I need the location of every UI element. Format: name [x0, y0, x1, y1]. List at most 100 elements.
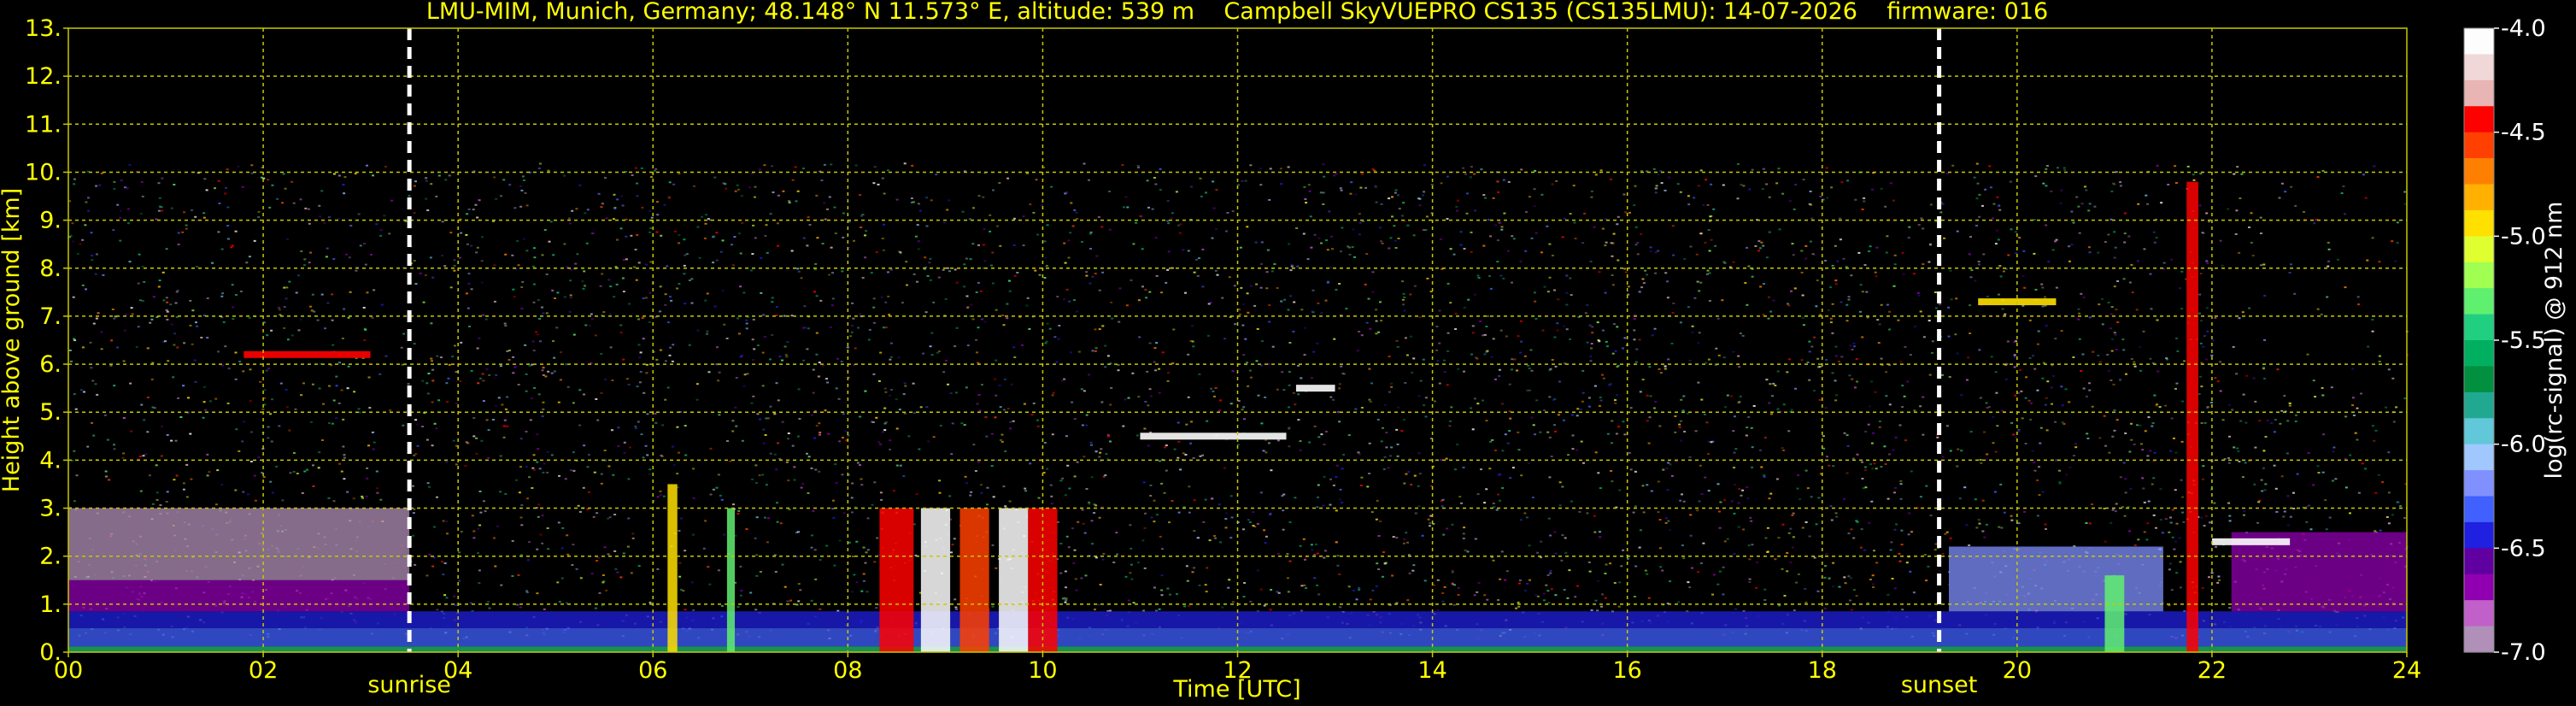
heatmap-cell	[1184, 454, 1188, 456]
heatmap-cell	[979, 290, 983, 292]
heatmap-cell	[1214, 387, 1218, 389]
heatmap-cell	[672, 464, 676, 467]
heatmap-cell	[375, 223, 378, 226]
heatmap-cell	[775, 382, 778, 385]
heatmap-cell	[2371, 237, 2374, 239]
heatmap-cell	[1658, 547, 1662, 550]
heatmap-cell	[634, 427, 637, 430]
heatmap-cell	[1403, 419, 1405, 421]
heatmap-cell	[148, 474, 151, 477]
heatmap-cell	[1023, 403, 1026, 405]
heatmap-cell	[2180, 270, 2184, 273]
heatmap-cell	[1558, 504, 1562, 507]
heatmap-cell	[361, 495, 364, 497]
heatmap-cell	[607, 517, 610, 520]
heatmap-cell	[138, 456, 142, 457]
heatmap-cell	[448, 174, 451, 177]
heatmap-cell	[1649, 395, 1652, 397]
heatmap-cell	[2209, 521, 2212, 524]
heatmap-cell	[971, 243, 975, 245]
heatmap-cell	[656, 496, 660, 498]
heatmap-cell	[222, 321, 226, 323]
heatmap-cell	[668, 181, 672, 184]
heatmap-cell	[1046, 322, 1049, 325]
heatmap-cell	[2151, 425, 2154, 427]
heatmap-cell	[1823, 576, 1827, 579]
heatmap-cell	[1206, 334, 1210, 337]
heatmap-cell	[446, 401, 449, 403]
heatmap-cell	[1349, 192, 1353, 195]
heatmap-cell	[1345, 308, 1348, 310]
heatmap-cell	[1052, 391, 1055, 394]
heatmap-cell	[1689, 534, 1693, 537]
heatmap-cell	[482, 379, 485, 382]
heatmap-cell	[764, 434, 767, 436]
heatmap-cell	[2164, 404, 2168, 407]
heatmap-cell	[1546, 590, 1550, 592]
heatmap-cell	[1295, 227, 1299, 229]
heatmap-cell	[1893, 263, 1897, 266]
heatmap-cell	[288, 429, 291, 432]
heatmap-cell	[137, 282, 140, 285]
heatmap-cell	[1611, 352, 1615, 355]
heatmap-cell	[919, 406, 923, 409]
heatmap-cell	[999, 244, 1002, 247]
heatmap-cell	[2045, 165, 2049, 167]
heatmap-cell	[2264, 483, 2268, 485]
heatmap-cell	[1956, 465, 1959, 468]
heatmap-cell	[299, 198, 302, 201]
heatmap-cell	[1376, 419, 1380, 421]
heatmap-cell	[1593, 515, 1596, 517]
heatmap-cell	[1960, 394, 1963, 397]
heatmap-cell	[278, 307, 280, 309]
heatmap-cell	[1853, 345, 1856, 348]
heatmap-cell	[850, 511, 854, 514]
heatmap-cell	[1789, 562, 1793, 564]
heatmap-cell	[1493, 450, 1497, 451]
heatmap-cell	[191, 343, 194, 345]
heatmap-cell	[1147, 444, 1150, 447]
heatmap-cell	[2262, 450, 2266, 452]
heatmap-cell	[1382, 575, 1384, 578]
heatmap-cell	[2131, 291, 2134, 293]
heatmap-cell	[2243, 514, 2245, 516]
heatmap-cell	[1716, 317, 1720, 320]
heatmap-cell	[226, 225, 230, 227]
heatmap-cell	[1375, 309, 1378, 311]
heatmap-cell	[704, 520, 707, 522]
heatmap-cell	[290, 180, 294, 183]
heatmap-cell	[1165, 444, 1168, 447]
heatmap-cell	[1618, 581, 1622, 584]
heatmap-cell	[656, 568, 660, 570]
heatmap-cell	[902, 393, 906, 396]
heatmap-cell	[2316, 176, 2320, 179]
heatmap-cell	[954, 268, 957, 271]
heatmap-cell	[800, 486, 803, 489]
heatmap-cell	[1473, 594, 1476, 597]
heatmap-cell	[1021, 344, 1024, 346]
heatmap-cell	[1073, 475, 1077, 478]
heatmap-cell	[853, 574, 856, 576]
heatmap-cell	[754, 464, 758, 467]
heatmap-cell	[119, 239, 122, 242]
heatmap-cell	[1787, 303, 1789, 305]
heatmap-cell	[153, 407, 156, 409]
heatmap-cell	[1329, 267, 1332, 269]
heatmap-cell	[481, 373, 484, 375]
heatmap-cell	[2238, 461, 2241, 462]
heatmap-cell	[1969, 332, 1972, 334]
heatmap-cell	[961, 210, 965, 213]
heatmap-cell	[2173, 548, 2176, 550]
heatmap-cell	[1196, 274, 1200, 277]
heatmap-cell	[217, 350, 220, 353]
heatmap-cell	[2128, 450, 2132, 453]
heatmap-cell	[1974, 279, 1977, 282]
heatmap-cell	[1557, 298, 1560, 301]
heatmap-cell	[1648, 416, 1652, 419]
heatmap-cell	[1338, 387, 1341, 390]
heatmap-cell	[1466, 192, 1469, 195]
heatmap-cell	[1476, 274, 1480, 277]
heatmap-cell	[1852, 589, 1856, 591]
heatmap-cell	[1747, 265, 1751, 268]
heatmap-cell	[1257, 394, 1260, 397]
